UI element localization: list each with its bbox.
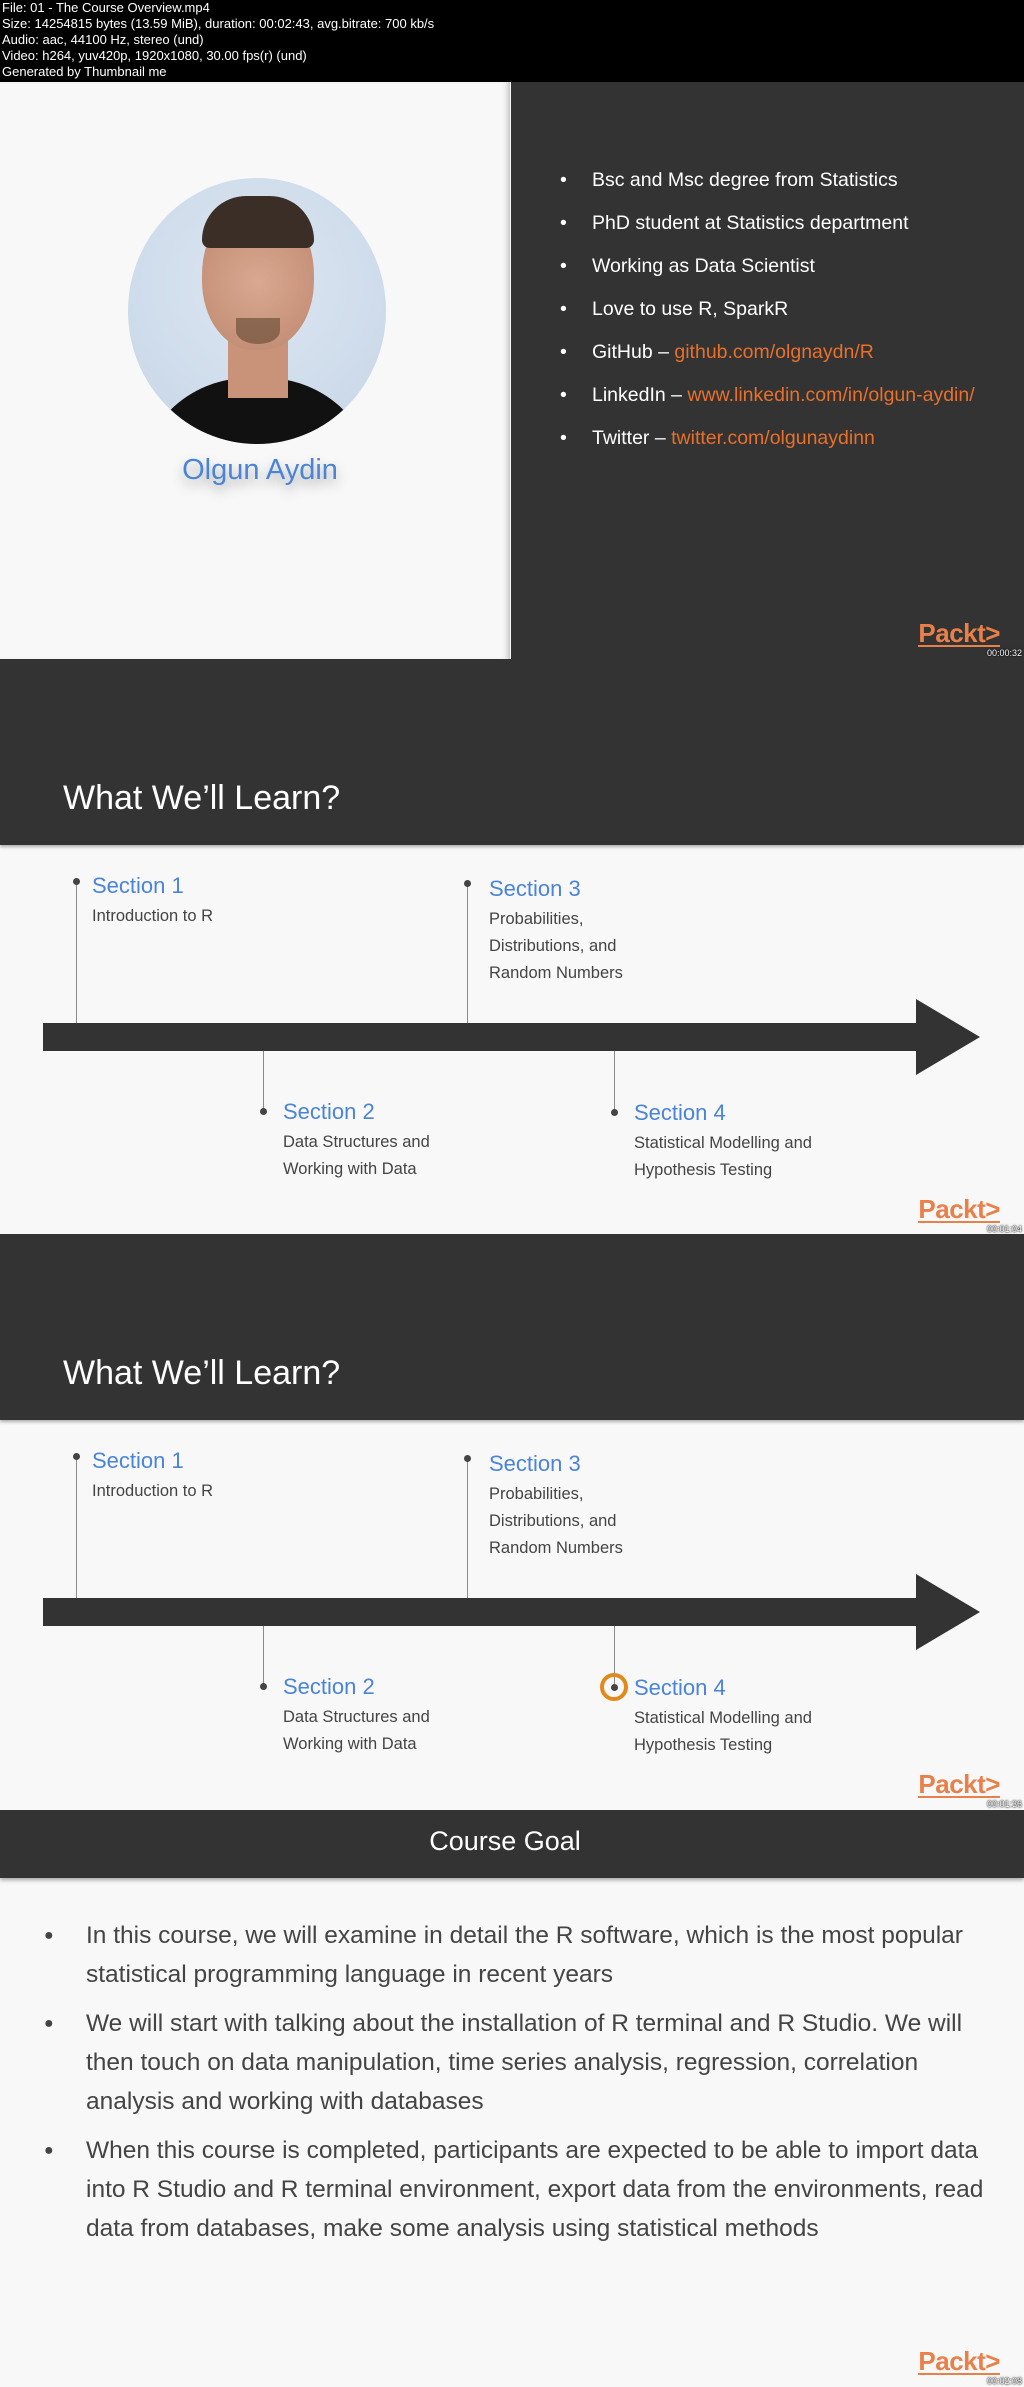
timeline-dot [260,1683,267,1690]
timeline-dot [464,1455,471,1462]
bio-item: Bsc and Msc degree from Statistics [560,166,980,194]
section-3-desc: Probabilities, Distributions, and Random… [489,1485,623,1557]
goal-item: In this course, we will examine in detai… [44,1916,1004,1994]
section-2-desc: Data Structures and Working with Data [283,1708,430,1753]
section-4-desc: Statistical Modelling and Hypothesis Tes… [634,1134,812,1179]
file-info-line: Video: h264, yuv420p, 1920x1080, 30.00 f… [2,48,307,63]
slide-what-well-learn: What We’ll Learn? Section 1 Introduction… [0,659,1024,1235]
slide-what-well-learn-highlighted: What We’ll Learn? Section 1 Introduction… [0,1234,1024,1810]
bio-item-github: GitHub – github.com/olgnaydn/R [560,338,980,366]
bio-item-linkedin: LinkedIn – www.linkedin.com/in/olgun-ayd… [560,381,980,409]
bio-item-twitter: Twitter – twitter.com/olgunaydinn [560,424,980,452]
section-4-title: Section 4 [634,1675,726,1700]
timeline-arrow-head [916,999,980,1075]
packt-logo: Packt> [918,1769,1000,1799]
timeline-dot [611,1684,618,1691]
section-2-title: Section 2 [283,1099,375,1124]
linkedin-link[interactable]: www.linkedin.com/in/olgun-aydin/ [687,384,974,406]
timeline-dot [73,1453,80,1460]
timeline-dot [464,880,471,887]
section-4-desc: Statistical Modelling and Hypothesis Tes… [634,1709,812,1754]
section-2-title: Section 2 [283,1674,375,1699]
timestamp: 00:00:32 [986,648,1022,658]
file-info-header: File: 01 - The Course Overview.mp4 Size:… [0,0,1024,82]
section-4-title: Section 4 [634,1100,726,1125]
instructor-name: Olgun Aydin [182,454,338,486]
section-3-desc: Probabilities, Distributions, and Random… [489,910,623,982]
packt-logo: Packt> [918,1194,1000,1224]
section-3-title: Section 3 [489,876,581,901]
timeline-arrow-bar [43,1598,918,1626]
timestamp: 00:01:36 [986,1799,1022,1809]
section-3-title: Section 3 [489,1451,581,1476]
section-2-desc: Data Structures and Working with Data [283,1133,430,1178]
file-info-line: Size: 14254815 bytes (13.59 MiB), durati… [2,16,435,31]
timeline-dot [611,1109,618,1116]
github-link[interactable]: github.com/olgnaydn/R [674,341,873,363]
timeline-arrow-head [916,1574,980,1650]
section-1-title: Section 1 [92,1448,184,1473]
bio-list: Bsc and Msc degree from Statistics PhD s… [560,166,980,467]
twitter-link[interactable]: twitter.com/olgunaydinn [671,427,875,449]
timeline: Section 1 Introduction to R Section 3 Pr… [0,845,1024,1235]
slide-title: What We’ll Learn? [63,779,341,817]
timestamp: 00:02:08 [986,2376,1022,2386]
file-info-line: Generated by Thumbnail me [2,64,167,79]
timeline-dot [260,1108,267,1115]
timeline-arrow-bar [43,1023,918,1051]
bio-item: Working as Data Scientist [560,252,980,280]
section-1-desc: Introduction to R [92,907,214,925]
packt-logo: Packt> [918,618,1000,648]
goal-item: When this course is completed, participa… [44,2131,1004,2248]
file-info-line: Audio: aac, 44100 Hz, stereo (und) [2,32,204,47]
section-1-desc: Introduction to R [92,1482,214,1500]
file-info-line: File: 01 - The Course Overview.mp4 [2,0,210,15]
slide-instructor: Olgun Aydin Bsc and Msc degree from Stat… [0,82,1024,659]
bio-item: PhD student at Statistics department [560,209,980,237]
goal-item: We will start with talking about the ins… [44,2004,1004,2121]
timeline-dot [73,878,80,885]
timestamp: 00:01:04 [986,1224,1022,1234]
instructor-panel: Olgun Aydin [0,82,510,659]
slide-course-goal: Course Goal In this course, we will exam… [0,1810,1024,2387]
slide-title: Course Goal [429,1826,581,1856]
section-1-title: Section 1 [92,873,184,898]
timeline: Section 1 Introduction to R Section 3 Pr… [0,1420,1024,1810]
packt-logo: Packt> [918,2346,1000,2376]
slide-title: What We’ll Learn? [63,1354,341,1392]
goal-list: In this course, we will examine in detai… [44,1916,1004,2258]
bio-item: Love to use R, SparkR [560,295,980,323]
instructor-photo [128,178,386,444]
